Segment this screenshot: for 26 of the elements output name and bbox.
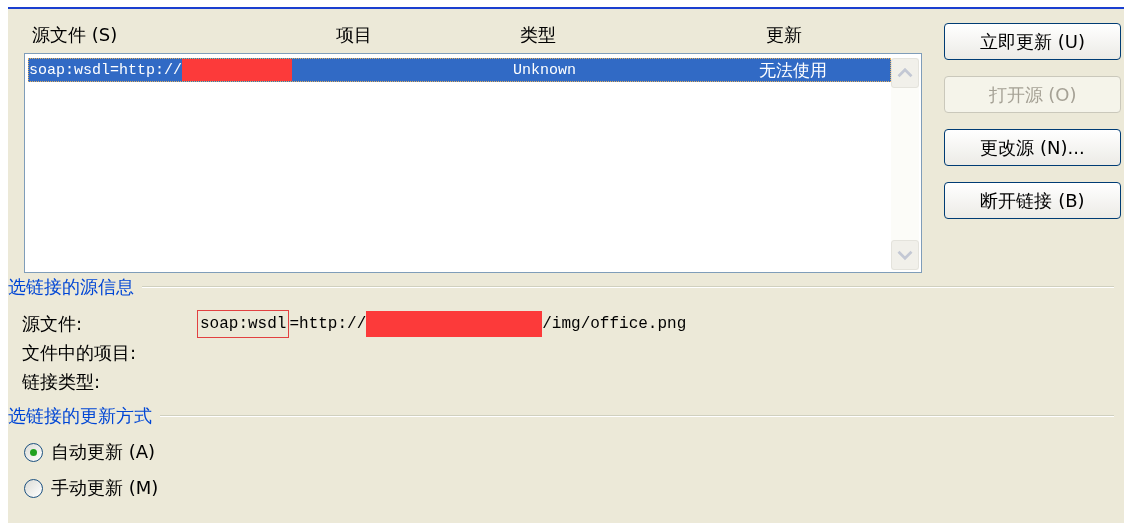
- radio-button[interactable]: [24, 442, 43, 462]
- table-cell: 无法使用: [759, 59, 827, 81]
- action-button[interactable]: 立即更新 (U): [944, 23, 1121, 60]
- scroll-up-icon[interactable]: [891, 58, 919, 88]
- field-label: 文件中的项目:: [22, 340, 138, 365]
- scroll-down-icon[interactable]: [891, 240, 919, 270]
- column-header[interactable]: 更新: [766, 23, 886, 47]
- highlight-box: soap:wsdl: [197, 309, 290, 338]
- column-header[interactable]: 项目: [336, 23, 520, 47]
- action-button[interactable]: 断开链接 (B): [944, 182, 1121, 219]
- column-header[interactable]: 类型: [520, 23, 766, 47]
- scrollbar[interactable]: [891, 58, 919, 270]
- list-row[interactable]: soap:wsdl=http:// Unknown 无法使用: [28, 58, 891, 82]
- table-cell: Unknown: [513, 61, 576, 79]
- field-value: =http://: [289, 314, 367, 333]
- section-heading: 选链接的源信息: [8, 275, 134, 299]
- field-value: /img/office.png: [542, 314, 687, 333]
- action-button[interactable]: 更改源 (N)...: [944, 129, 1121, 166]
- table-cell: soap:wsdl=http://: [29, 61, 183, 79]
- column-header[interactable]: 源文件 (S): [32, 23, 336, 47]
- field-label: 链接类型:: [22, 369, 102, 394]
- field-label: 源文件:: [22, 311, 84, 336]
- section-heading: 选链接的更新方式: [8, 404, 152, 428]
- radio-option[interactable]: 自动更新 (A): [24, 440, 1124, 464]
- radio-option[interactable]: 手动更新 (M): [24, 476, 1124, 500]
- radio-button[interactable]: [24, 478, 43, 498]
